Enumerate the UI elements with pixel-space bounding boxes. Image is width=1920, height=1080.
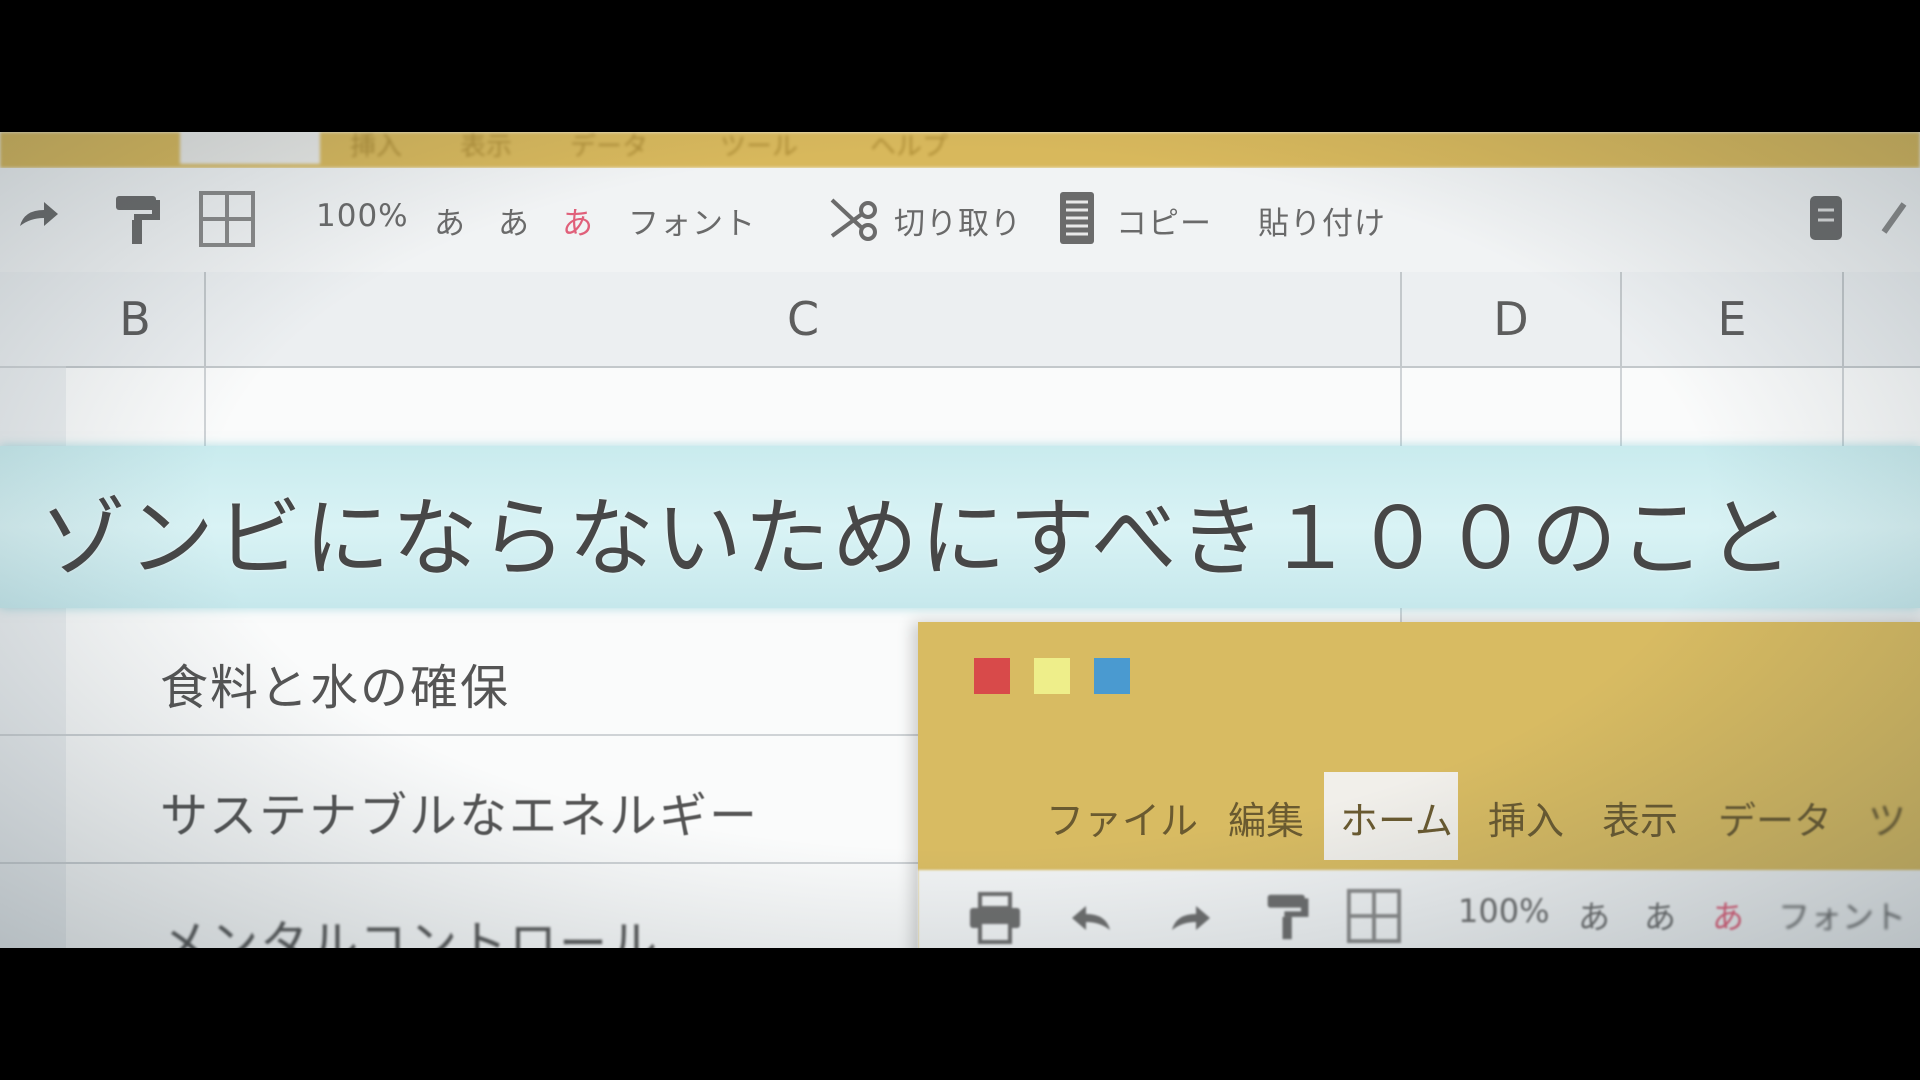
redo-icon[interactable] xyxy=(1166,900,1214,940)
column-header-d[interactable]: D xyxy=(1402,272,1622,368)
font-color-a[interactable]: あ xyxy=(1712,892,1744,938)
font-style-a-2[interactable]: あ xyxy=(1644,892,1676,938)
redo-icon[interactable] xyxy=(14,196,62,240)
window-toolbar: 100% あ あ あ フォント xyxy=(918,870,1920,948)
format-painter-icon[interactable] xyxy=(112,190,166,248)
menu-edit[interactable]: 編集 xyxy=(1228,790,1304,845)
menu-file[interactable]: ファイル xyxy=(1046,790,1198,845)
letterbox-top xyxy=(0,0,1920,132)
print-icon[interactable] xyxy=(968,892,1022,944)
maximize-button[interactable] xyxy=(1094,658,1130,694)
cut-button[interactable]: 切り取り xyxy=(894,198,1022,243)
borders-icon[interactable] xyxy=(1346,888,1402,944)
row-number[interactable] xyxy=(0,864,68,948)
close-button[interactable] xyxy=(974,658,1010,694)
font-style-a-2[interactable]: あ xyxy=(498,198,530,243)
borders-icon[interactable] xyxy=(198,190,256,248)
spreadsheet-scene: 挿入 表示 データ ツール ヘルプ 100% あ あ あ フォント 切り取り コ… xyxy=(0,132,1920,948)
link-icon[interactable] xyxy=(1876,192,1920,244)
cell[interactable] xyxy=(1622,368,1844,448)
font-color-a[interactable]: あ xyxy=(562,198,594,243)
paste-button[interactable]: 貼り付け xyxy=(1258,198,1386,243)
active-tab[interactable] xyxy=(180,132,320,164)
cell[interactable] xyxy=(1844,368,1920,448)
copy-icon[interactable] xyxy=(1056,188,1100,248)
row-number[interactable] xyxy=(0,736,68,864)
menu-data[interactable]: データ xyxy=(570,132,648,163)
undo-icon[interactable] xyxy=(1068,900,1116,940)
cell[interactable] xyxy=(66,368,206,448)
menu-tools[interactable]: ツ xyxy=(1868,790,1906,845)
menu-home[interactable]: ホーム xyxy=(1340,790,1453,845)
copy-button[interactable]: コピー xyxy=(1116,198,1212,243)
column-header-f[interactable] xyxy=(1844,272,1920,368)
font-style-a-1[interactable]: あ xyxy=(1578,892,1610,938)
letterbox-bottom xyxy=(0,948,1920,1080)
column-header-c[interactable]: C xyxy=(206,272,1402,368)
minimize-button[interactable] xyxy=(1034,658,1070,694)
menu-view[interactable]: 表示 xyxy=(460,132,512,163)
menu-help[interactable]: ヘルプ xyxy=(870,132,948,163)
format-painter-icon[interactable] xyxy=(1264,888,1314,944)
column-header-b[interactable]: B xyxy=(66,272,206,368)
corner-cell[interactable] xyxy=(0,272,68,368)
menu-insert[interactable]: 挿入 xyxy=(1488,790,1564,845)
clipboard-icon[interactable] xyxy=(1806,192,1846,244)
app-window: ファイル 編集 ホーム 挿入 表示 データ ツ 100% あ あ あ フォント xyxy=(918,622,1920,948)
list-item[interactable]: サステナブルなエネルギー xyxy=(160,776,759,846)
main-toolbar: 100% あ あ あ フォント 切り取り コピー 貼り付け xyxy=(0,168,1920,274)
zoom-level[interactable]: 100% xyxy=(316,198,409,234)
title-banner: ゾンビにならないためにすべき１００のこと xyxy=(0,446,1920,608)
menu-ribbon: 挿入 表示 データ ツール ヘルプ xyxy=(0,132,1920,168)
row-number[interactable] xyxy=(0,368,68,448)
zoom-level[interactable]: 100% xyxy=(1458,892,1549,930)
font-button[interactable]: フォント xyxy=(1778,892,1906,938)
menu-insert[interactable]: 挿入 xyxy=(350,132,402,163)
list-item[interactable]: メンタルコントロール xyxy=(160,904,659,948)
cell[interactable] xyxy=(1402,368,1622,448)
column-header-e[interactable]: E xyxy=(1622,272,1844,368)
menu-data[interactable]: データ xyxy=(1718,790,1832,845)
font-style-a-1[interactable]: あ xyxy=(434,198,466,243)
row-number[interactable] xyxy=(0,608,68,736)
menu-tools[interactable]: ツール xyxy=(720,132,798,163)
list-item[interactable]: 食料と水の確保 xyxy=(160,648,510,718)
scissors-icon[interactable] xyxy=(826,192,880,246)
font-button[interactable]: フォント xyxy=(628,198,756,243)
cell[interactable] xyxy=(206,368,1402,448)
banner-title: ゾンビにならないためにすべき１００のこと xyxy=(40,489,1795,589)
menu-view[interactable]: 表示 xyxy=(1602,790,1678,845)
